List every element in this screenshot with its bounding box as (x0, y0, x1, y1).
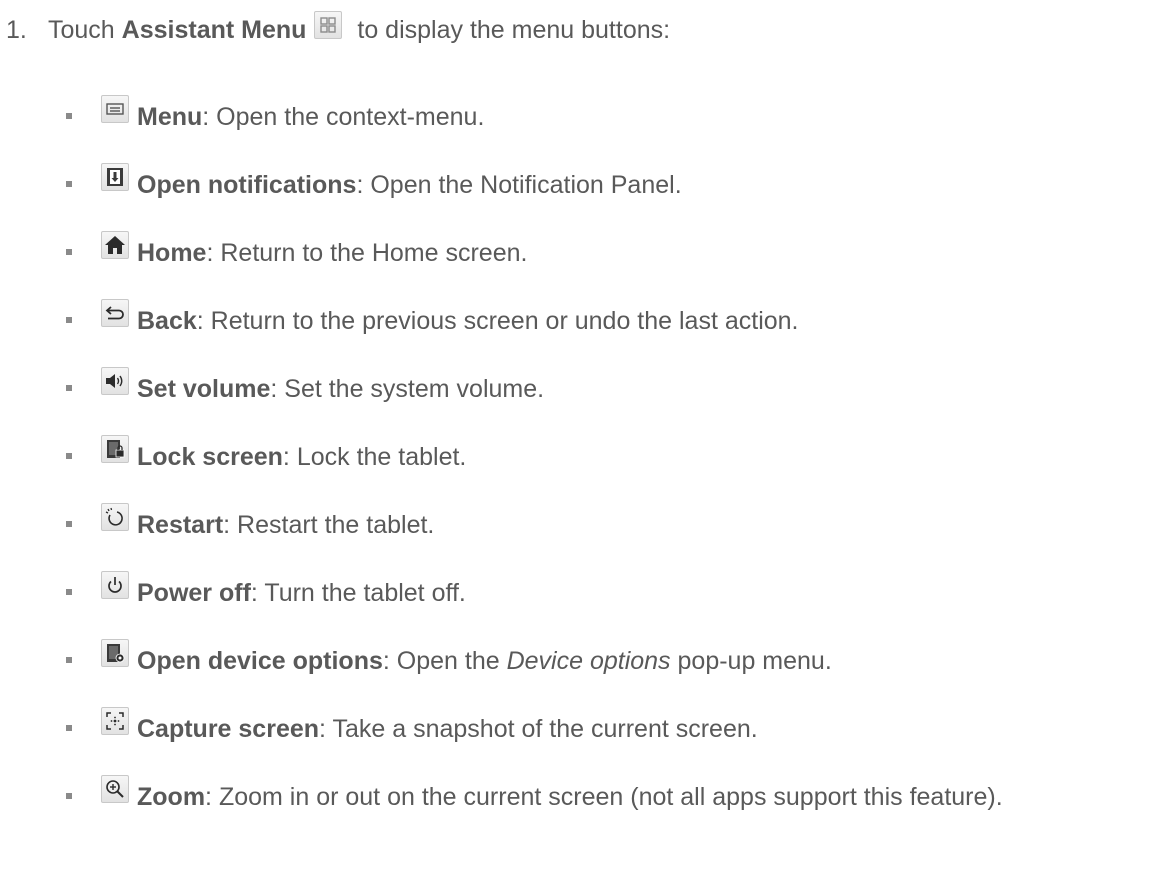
item-desc: : Return to the Home screen. (206, 239, 528, 267)
item-desc: : Zoom in or out on the current screen (… (205, 783, 1003, 811)
capture-screen-icon (101, 707, 129, 735)
item-desc: : Open the Notification Panel. (356, 171, 682, 199)
home-icon (101, 231, 129, 259)
bullet (66, 521, 72, 527)
item-term: Back (137, 307, 197, 335)
lock-screen-icon (101, 435, 129, 463)
restart-icon (101, 503, 129, 531)
item-term: Set volume (137, 375, 271, 403)
item-desc: : Return to the previous screen or undo … (196, 307, 799, 335)
bullet (66, 113, 72, 119)
item-term: Open device options (137, 647, 383, 675)
item-term: Home (137, 239, 207, 267)
step-number: 1. (6, 16, 27, 44)
bullet (66, 181, 72, 187)
step-suffix: to display the menu buttons: (350, 16, 671, 44)
bullet (66, 657, 72, 663)
item-desc-after: pop-up menu. (670, 647, 832, 675)
device-options-emphasis: Device options (506, 647, 671, 675)
item-desc-before: : Open the (382, 647, 507, 675)
item-desc: : Take a snapshot of the current screen. (319, 715, 758, 743)
bullet (66, 317, 72, 323)
item-term: Zoom (137, 783, 206, 811)
item-term: Open notifications (137, 171, 357, 199)
step-1: 1. Touch Assistant Menu to display the m… (6, 10, 671, 45)
item-desc: : Restart the tablet. (223, 511, 435, 539)
menu-icon (101, 95, 129, 123)
step-prefix: Touch (48, 16, 122, 44)
item-term: Restart (137, 511, 224, 539)
power-icon (101, 571, 129, 599)
bullet (66, 589, 72, 595)
bullet (66, 249, 72, 255)
bullet (66, 725, 72, 731)
zoom-icon (101, 775, 129, 803)
notifications-icon (101, 163, 129, 191)
assistant-menu-grid-icon (314, 10, 343, 39)
item-term: Capture screen (137, 715, 320, 743)
item-term: Menu (137, 103, 203, 131)
bullet (66, 793, 72, 799)
assistant-menu-label: Assistant Menu (121, 16, 307, 44)
back-icon (101, 299, 129, 327)
bullet (66, 453, 72, 459)
item-desc: : Set the system volume. (270, 375, 545, 403)
item-term: Lock screen (137, 443, 283, 471)
item-desc: : Turn the tablet off. (250, 579, 466, 607)
volume-icon (101, 367, 129, 395)
item-term: Power off (137, 579, 251, 607)
item-desc: : Open the context-menu. (202, 103, 485, 131)
bullet (66, 385, 72, 391)
device-options-icon (101, 639, 129, 667)
item-desc: : Lock the tablet. (282, 443, 467, 471)
